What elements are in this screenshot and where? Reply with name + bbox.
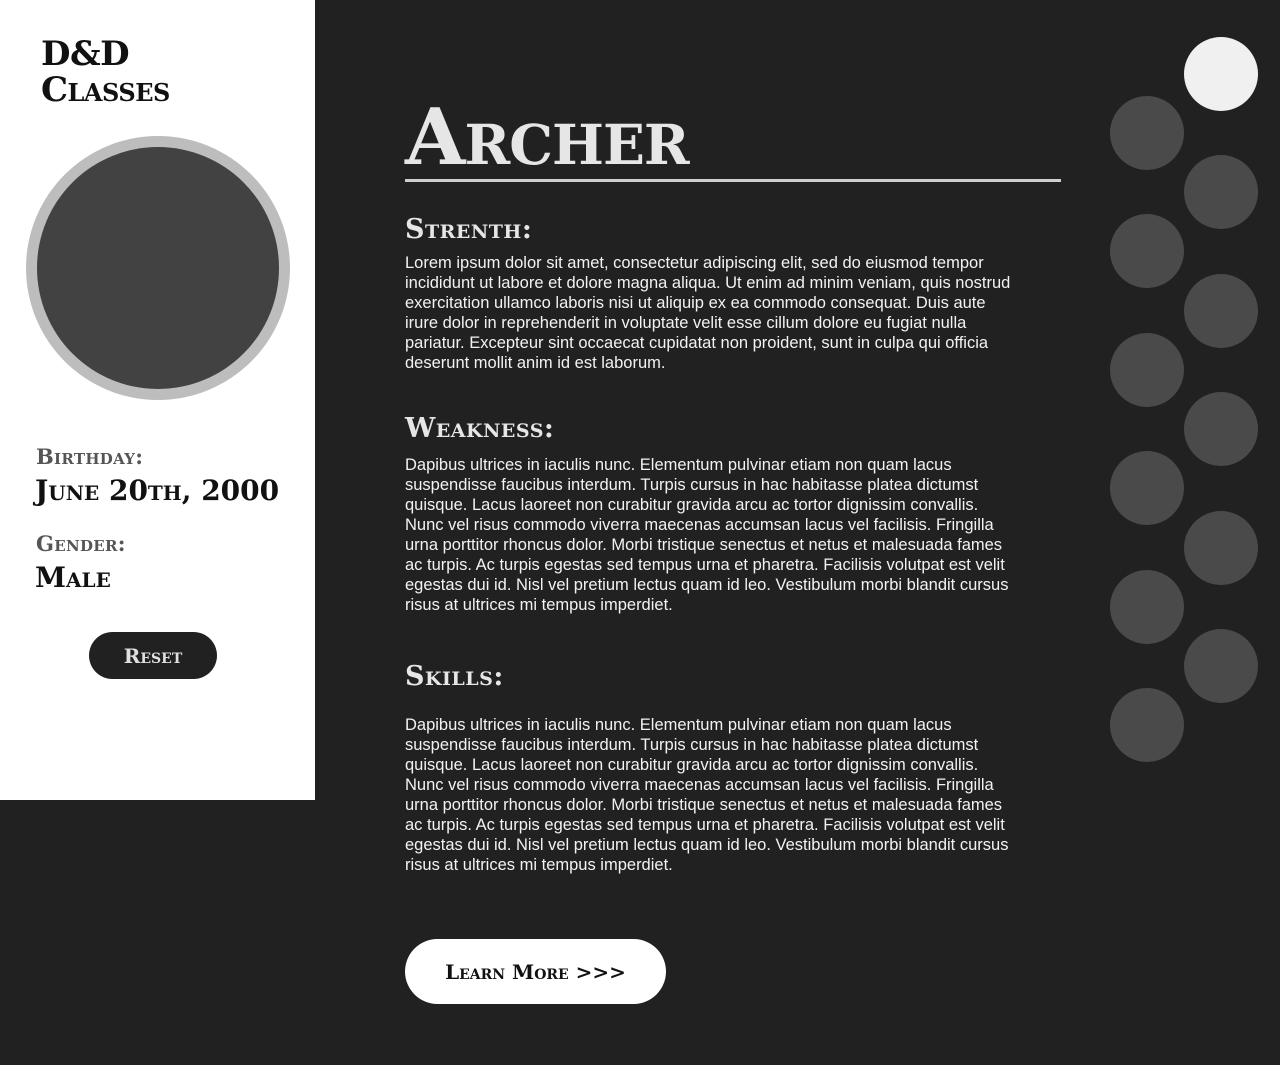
skills-text: Dapibus ultrices in iaculis nunc. Elemen… [405,716,1009,874]
class-selector-dot-10[interactable] [1110,570,1184,644]
strength-text: Lorem ipsum dolor sit amet, consectetur … [405,254,1011,372]
class-selector-dot-7[interactable] [1184,392,1258,466]
app-logo[interactable]: D&D Classes [41,36,170,108]
gender-value: Male [35,561,111,594]
logo-line-2: Classes [41,70,170,110]
avatar-frame [26,136,290,400]
class-selector-dot-6[interactable] [1110,333,1184,407]
class-selector-dot-2[interactable] [1110,96,1184,170]
class-selector-dot-11[interactable] [1184,629,1258,703]
profile-sidebar: D&D Classes Birthday: June 20th, 2000 Ge… [0,0,315,800]
class-selector-dot-9[interactable] [1184,511,1258,585]
class-selector-dot-3[interactable] [1184,155,1258,229]
avatar [37,147,279,389]
birthday-label: Birthday: [36,444,144,469]
class-selector-dot-4[interactable] [1110,214,1184,288]
strength-heading: Strenth: [405,214,533,245]
weakness-text: Dapibus ultrices in iaculis nunc. Elemen… [405,456,1009,614]
gender-label: Gender: [36,531,126,556]
logo-line-1: D&D [41,34,130,74]
class-selector-dot-12[interactable] [1110,688,1184,762]
class-selector-dot-1[interactable] [1184,37,1258,111]
skills-heading: Skills: [405,661,504,692]
class-selector-dot-8[interactable] [1110,451,1184,525]
learn-more-button[interactable]: Learn More >>> [405,939,666,1004]
title-divider [405,179,1061,182]
reset-button[interactable]: Reset [89,632,217,679]
class-selector-dot-5[interactable] [1184,274,1258,348]
weakness-heading: Weakness: [405,413,555,444]
birthday-value: June 20th, 2000 [35,474,280,507]
class-title: Archer [405,92,690,183]
